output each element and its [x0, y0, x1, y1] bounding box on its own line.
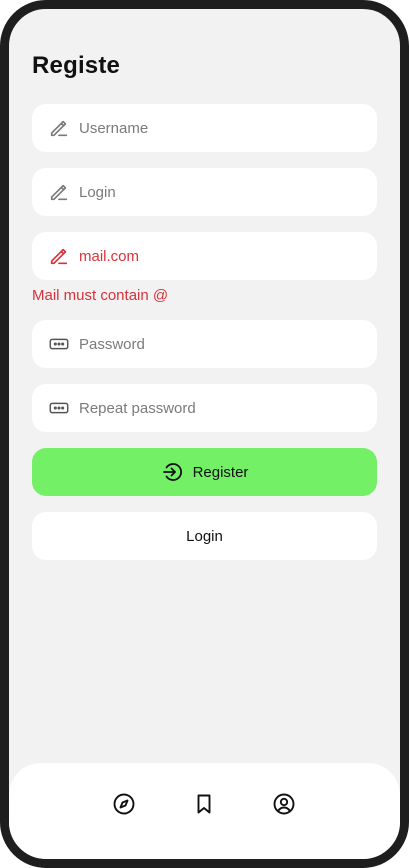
compass-icon — [112, 792, 136, 816]
user-circle-icon — [272, 792, 296, 816]
password-dots-icon — [48, 333, 70, 355]
login-field[interactable] — [32, 168, 377, 216]
login-button[interactable]: Login — [32, 512, 377, 560]
nav-explore[interactable] — [112, 792, 136, 816]
login-input[interactable] — [79, 183, 349, 201]
bookmark-icon — [192, 792, 216, 816]
password-dots-icon — [48, 397, 70, 419]
page-title: Registe — [32, 52, 121, 79]
username-field[interactable] — [32, 104, 377, 152]
register-button-label: Register — [192, 463, 249, 481]
repeat-password-input[interactable] — [79, 399, 349, 417]
password-input[interactable] — [79, 335, 349, 353]
pencil-icon — [48, 245, 70, 267]
nav-bookmarks[interactable] — [192, 792, 216, 816]
bottom-nav — [9, 763, 400, 859]
email-error-message: Mail must contain @ — [32, 287, 169, 304]
pencil-icon — [48, 117, 70, 139]
password-field[interactable] — [32, 320, 377, 368]
login-button-label: Login — [186, 527, 223, 545]
username-input[interactable] — [79, 119, 349, 137]
repeat-password-field[interactable] — [32, 384, 377, 432]
nav-profile[interactable] — [272, 792, 296, 816]
register-button[interactable]: Register — [32, 448, 377, 496]
phone-frame: Registe Mail must contain @ — [0, 0, 409, 868]
pencil-icon — [48, 181, 70, 203]
email-input[interactable] — [79, 247, 349, 265]
email-field[interactable] — [32, 232, 377, 280]
arrow-right-circle-icon — [161, 460, 185, 484]
